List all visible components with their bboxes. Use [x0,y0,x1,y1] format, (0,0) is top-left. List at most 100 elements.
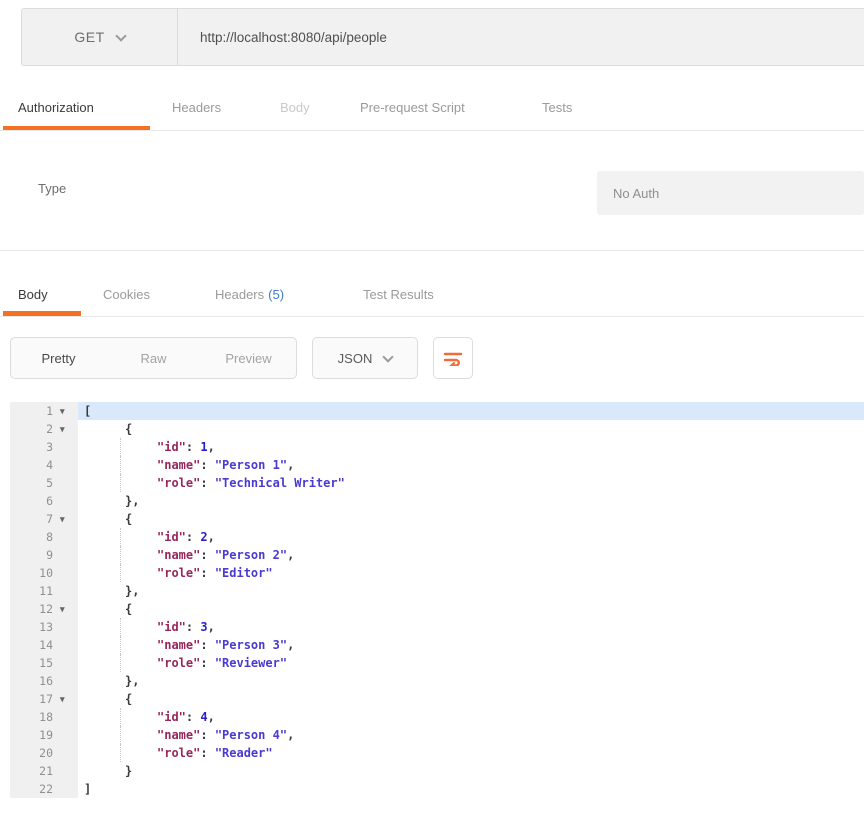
url-input[interactable]: http://localhost:8080/api/people [178,9,864,65]
line-number: 1 [10,402,56,420]
code-text: }, [78,582,864,600]
code-text: [ [78,402,864,420]
code-text: "id": 4, [78,708,864,726]
indent-guide [120,546,121,564]
code-text: "id": 2, [78,528,864,546]
tab-response-body[interactable]: Body [18,287,48,302]
line-gutter: 4 [10,456,78,474]
line-gutter: 2▾ [10,420,78,438]
code-text: }, [78,672,864,690]
code-line: 6}, [10,492,864,510]
tab-response-cookies[interactable]: Cookies [103,287,150,302]
fold-spacer [56,492,78,510]
indent-guide [120,456,121,474]
response-body-editor[interactable]: 1▾[2▾{3"id": 1,4"name": "Person 1",5"rol… [10,402,864,798]
fold-spacer [56,546,78,564]
code-text: { [78,510,864,528]
tab-body[interactable]: Body [280,100,310,115]
divider [0,250,864,251]
view-preview-button[interactable]: Preview [201,351,296,366]
line-gutter: 10 [10,564,78,582]
fold-arrow-icon[interactable]: ▾ [56,690,78,708]
fold-arrow-icon[interactable]: ▾ [56,600,78,618]
code-line: 1▾[ [10,402,864,420]
fold-spacer [56,744,78,762]
code-text: }, [78,492,864,510]
line-number: 14 [10,636,56,654]
line-number: 8 [10,528,56,546]
fold-spacer [56,636,78,654]
wrap-text-icon [443,350,463,366]
line-gutter: 6 [10,492,78,510]
fold-spacer [56,582,78,600]
line-gutter: 9 [10,546,78,564]
line-number: 10 [10,564,56,582]
line-gutter: 19 [10,726,78,744]
code-line: 19 "name": "Person 4", [10,726,864,744]
wrap-text-button[interactable] [433,337,473,379]
code-text: "id": 3, [78,618,864,636]
code-line: 22] [10,780,864,798]
line-number: 4 [10,456,56,474]
tab-pre-request-script[interactable]: Pre-request Script [360,100,465,115]
indent-guide [120,726,121,744]
line-number: 20 [10,744,56,762]
fold-arrow-icon[interactable]: ▾ [56,420,78,438]
view-pretty-button[interactable]: Pretty [11,351,106,366]
tab-tests[interactable]: Tests [542,100,572,115]
fold-spacer [56,654,78,672]
line-gutter: 8 [10,528,78,546]
indent-guide [120,564,121,582]
code-line: 21} [10,762,864,780]
headers-count-badge: (5) [268,287,284,302]
view-raw-button[interactable]: Raw [106,351,201,366]
code-text: "role": "Reader" [78,744,864,762]
fold-spacer [56,726,78,744]
line-number: 7 [10,510,56,528]
code-text: "name": "Person 1", [78,456,864,474]
line-number: 18 [10,708,56,726]
method-label: GET [74,29,104,45]
line-number: 12 [10,600,56,618]
line-number: 5 [10,474,56,492]
code-text: { [78,600,864,618]
indent-guide [120,618,121,636]
code-text: "name": "Person 4", [78,726,864,744]
auth-type-label: Type [38,181,66,196]
line-number: 3 [10,438,56,456]
divider [0,130,864,131]
line-number: 17 [10,690,56,708]
language-dropdown[interactable]: JSON [312,337,418,379]
line-number: 6 [10,492,56,510]
url-bar: GET http://localhost:8080/api/people [21,8,864,66]
code-line: 5"role": "Technical Writer" [10,474,864,492]
method-dropdown[interactable]: GET [22,9,178,65]
fold-spacer [56,618,78,636]
code-text: { [78,690,864,708]
chevron-down-icon [383,351,394,362]
code-line: 4 "name": "Person 1", [10,456,864,474]
code-text: { [78,420,864,438]
line-number: 9 [10,546,56,564]
tab-response-headers[interactable]: Headers(5) [215,287,284,302]
code-line: 14"name": "Person 3", [10,636,864,654]
fold-arrow-icon[interactable]: ▾ [56,510,78,528]
code-line: 13"id": 3, [10,618,864,636]
line-number: 19 [10,726,56,744]
line-gutter: 11 [10,582,78,600]
code-line: 11}, [10,582,864,600]
tab-test-results[interactable]: Test Results [363,287,434,302]
line-gutter: 18 [10,708,78,726]
auth-type-dropdown[interactable]: No Auth [597,171,864,215]
tab-headers[interactable]: Headers [172,100,221,115]
view-mode-switcher: Pretty Raw Preview [10,337,297,379]
code-line: 15"role": "Reviewer" [10,654,864,672]
fold-spacer [56,474,78,492]
line-gutter: 13 [10,618,78,636]
code-line: 20 "role": "Reader" [10,744,864,762]
fold-spacer [56,762,78,780]
tab-authorization[interactable]: Authorization [18,100,94,115]
indent-guide [120,528,121,546]
fold-arrow-icon[interactable]: ▾ [56,402,78,420]
indent-guide [120,654,121,672]
